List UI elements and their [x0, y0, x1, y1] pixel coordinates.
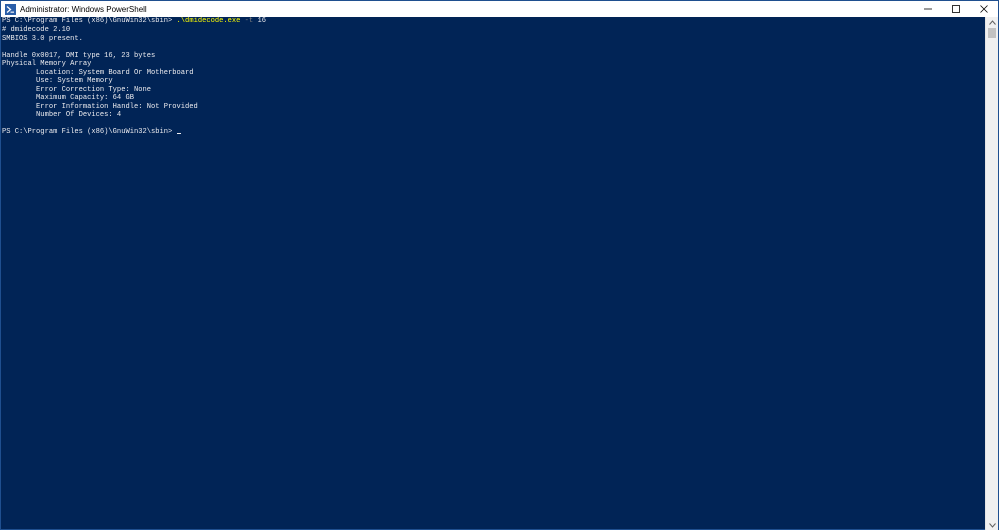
final-prompt-text: PS C:\Program Files (x86)\GnuWin32\sbin> [2, 128, 177, 136]
command-name: .\dmidecode.exe [176, 17, 241, 25]
output-line: SMBIOS 3.0 present. [2, 34, 83, 43]
text-cursor [176, 132, 181, 134]
vertical-scrollbar[interactable] [985, 17, 998, 530]
prompt-text: PS C:\Program Files (x86)\GnuWin32\sbin> [2, 17, 177, 25]
scroll-up-icon [988, 19, 996, 25]
maximize-button[interactable] [942, 1, 970, 17]
output-line: Number Of Devices: 4 [2, 111, 122, 119]
scroll-down-button[interactable] [986, 520, 998, 530]
minimize-button[interactable] [914, 1, 942, 17]
command-argument: 16 [257, 17, 266, 25]
window-title: Administrator: Windows PowerShell [20, 4, 147, 14]
scroll-up-button[interactable] [986, 17, 998, 27]
console-area[interactable]: PS C:\Program Files (x86)\GnuWin32\sbin>… [1, 17, 987, 530]
scroll-down-icon [988, 522, 996, 528]
close-icon [980, 5, 988, 13]
powershell-window: Administrator: Windows PowerShell PS C:\… [0, 0, 999, 530]
command-parameter: -t [244, 17, 254, 25]
scroll-thumb[interactable] [988, 28, 996, 38]
title-bar[interactable]: Administrator: Windows PowerShell [1, 1, 998, 17]
powershell-icon[interactable] [5, 3, 16, 15]
maximize-icon [952, 5, 960, 13]
close-button[interactable] [970, 1, 998, 17]
minimize-icon [924, 8, 932, 10]
command-line: PS C:\Program Files (x86)\GnuWin32\sbin>… [2, 17, 266, 26]
final-prompt-line: PS C:\Program Files (x86)\GnuWin32\sbin> [2, 128, 181, 137]
